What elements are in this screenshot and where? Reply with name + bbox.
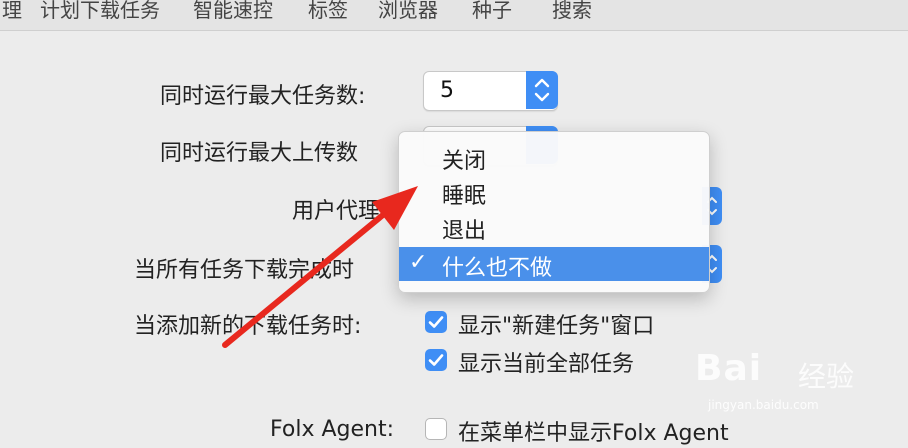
menu-item-sleep[interactable]: 睡眠	[399, 175, 709, 209]
menu-item-label: 睡眠	[442, 184, 487, 209]
checkmark-icon: ✓	[409, 250, 428, 275]
on-complete-dropdown-menu: 关闭 睡眠 退出 ✓ 什么也不做	[398, 131, 710, 293]
menu-item-close[interactable]: 关闭	[399, 140, 709, 174]
show-new-task-label[interactable]: 显示"新建任务"窗口	[458, 308, 654, 340]
tab-smart-speed[interactable]: 智能速控	[193, 0, 273, 23]
watermark-brand: 经验	[798, 360, 855, 393]
folx-agent-label: Folx Agent:	[270, 417, 394, 442]
show-all-tasks-checkbox[interactable]	[425, 349, 447, 371]
menu-item-quit[interactable]: 退出	[399, 210, 709, 244]
menu-item-label: 关闭	[442, 149, 487, 174]
watermark-url: jingyan.baidu.com	[708, 398, 819, 412]
show-in-menubar-checkbox[interactable]	[425, 418, 447, 440]
checkmark-icon	[428, 354, 444, 366]
on-add-label: 当添加新的下载任务时:	[134, 314, 362, 339]
max-tasks-stepper[interactable]: 5	[423, 71, 558, 111]
show-all-tasks-label[interactable]: 显示当前全部任务	[458, 346, 634, 378]
tab-browsers[interactable]: 浏览器	[378, 0, 438, 23]
tab-scheduled-downloads[interactable]: 计划下载任务	[40, 0, 160, 23]
tab-search[interactable]: 搜索	[552, 0, 592, 23]
show-new-task-checkbox[interactable]	[425, 311, 447, 333]
tab-manage[interactable]: 理	[2, 0, 22, 23]
max-tasks-value: 5	[440, 78, 454, 103]
checkmark-icon	[428, 316, 444, 328]
stepper-arrows-icon[interactable]	[526, 71, 558, 109]
tab-torrents[interactable]: 种子	[472, 0, 512, 23]
max-tasks-label: 同时运行最大任务数:	[160, 84, 366, 109]
menu-item-label: 退出	[442, 219, 487, 244]
menu-item-label: 什么也不做	[442, 256, 553, 281]
max-uploads-label: 同时运行最大上传数	[160, 141, 359, 166]
show-in-menubar-label[interactable]: 在菜单栏中显示Folx Agent	[458, 415, 729, 447]
tab-tags[interactable]: 标签	[308, 0, 348, 23]
user-agent-label: 用户代理	[292, 199, 381, 224]
menu-item-do-nothing[interactable]: ✓ 什么也不做	[399, 247, 709, 281]
on-complete-label: 当所有任务下载完成时	[134, 258, 355, 283]
watermark-logo: Bai	[695, 348, 763, 389]
toolbar: 理 计划下载任务 智能速控 标签 浏览器 种子 搜索	[0, 0, 908, 31]
